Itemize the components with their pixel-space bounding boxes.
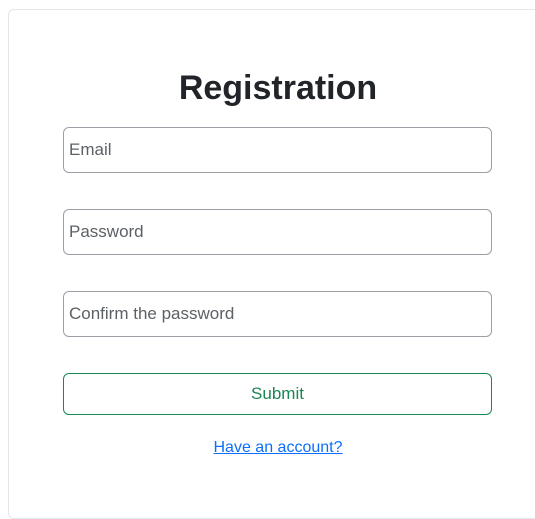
email-field[interactable] bbox=[63, 127, 492, 173]
have-account-link[interactable]: Have an account? bbox=[214, 439, 343, 456]
submit-button[interactable]: Submit bbox=[63, 373, 492, 415]
password-field[interactable] bbox=[63, 209, 492, 255]
confirm-password-field[interactable] bbox=[63, 291, 492, 337]
login-link-container: Have an account? bbox=[0, 437, 535, 459]
page-title: Registration bbox=[178, 69, 378, 107]
